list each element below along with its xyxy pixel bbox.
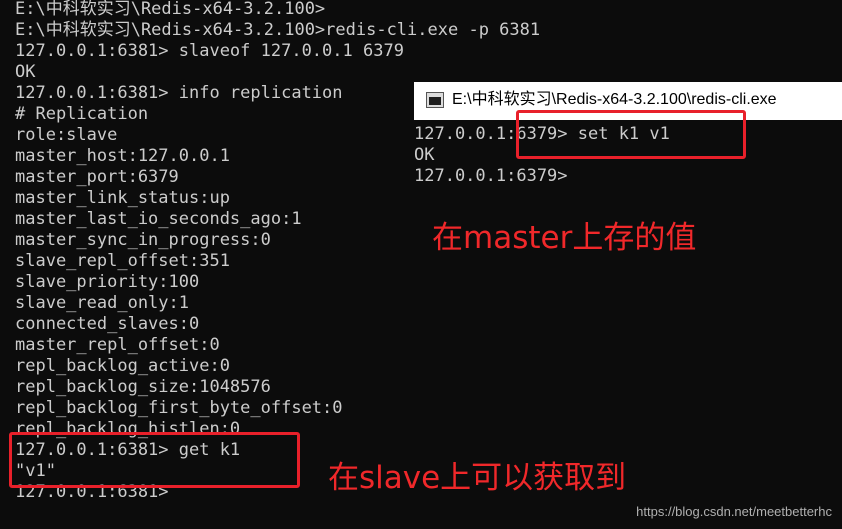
terminal-line: repl_backlog_first_byte_offset:0 xyxy=(15,398,343,418)
terminal-line: slave_priority:100 xyxy=(15,272,200,292)
terminal-line: master_last_io_seconds_ago:1 xyxy=(15,209,302,229)
terminal-line: slave_read_only:1 xyxy=(15,293,189,313)
terminal-line: OK xyxy=(414,145,435,165)
terminal-line: master_sync_in_progress:0 xyxy=(15,230,271,250)
window-title: E:\中科软实习\Redis-x64-3.2.100\redis-cli.exe xyxy=(452,91,777,108)
master-annotation: 在master上存的值 xyxy=(432,220,697,256)
terminal-line: OK xyxy=(15,62,36,82)
terminal-line: role:slave xyxy=(15,125,118,145)
terminal-line: repl_backlog_active:0 xyxy=(15,356,230,376)
terminal-line: 127.0.0.1:6381> slaveof 127.0.0.1 6379 xyxy=(15,41,404,61)
console-app-icon xyxy=(426,92,444,108)
terminal-line: 127.0.0.1:6381> info replication xyxy=(15,83,343,103)
terminal-line: E:\中科软实习\Redis-x64-3.2.100>redis-cli.exe… xyxy=(15,20,541,40)
terminal-line: master_port:6379 xyxy=(15,167,179,187)
highlight-box-get-command xyxy=(9,432,300,488)
highlight-box-set-command xyxy=(516,110,746,159)
terminal-line: connected_slaves:0 xyxy=(15,314,200,334)
terminal-line: E:\中科软实习\Redis-x64-3.2.100> xyxy=(15,0,326,19)
slave-annotation: 在slave上可以获取到 xyxy=(328,460,627,496)
terminal-line: master_link_status:up xyxy=(15,188,230,208)
terminal-line: repl_backlog_size:1048576 xyxy=(15,377,271,397)
terminal-line: # Replication xyxy=(15,104,149,124)
terminal-line: 127.0.0.1:6379> xyxy=(414,166,568,186)
terminal-line: slave_repl_offset:351 xyxy=(15,251,230,271)
terminal-line: master_host:127.0.0.1 xyxy=(15,146,230,166)
watermark: https://blog.csdn.net/meetbetterhc xyxy=(636,504,832,519)
terminal-line: master_repl_offset:0 xyxy=(15,335,220,355)
